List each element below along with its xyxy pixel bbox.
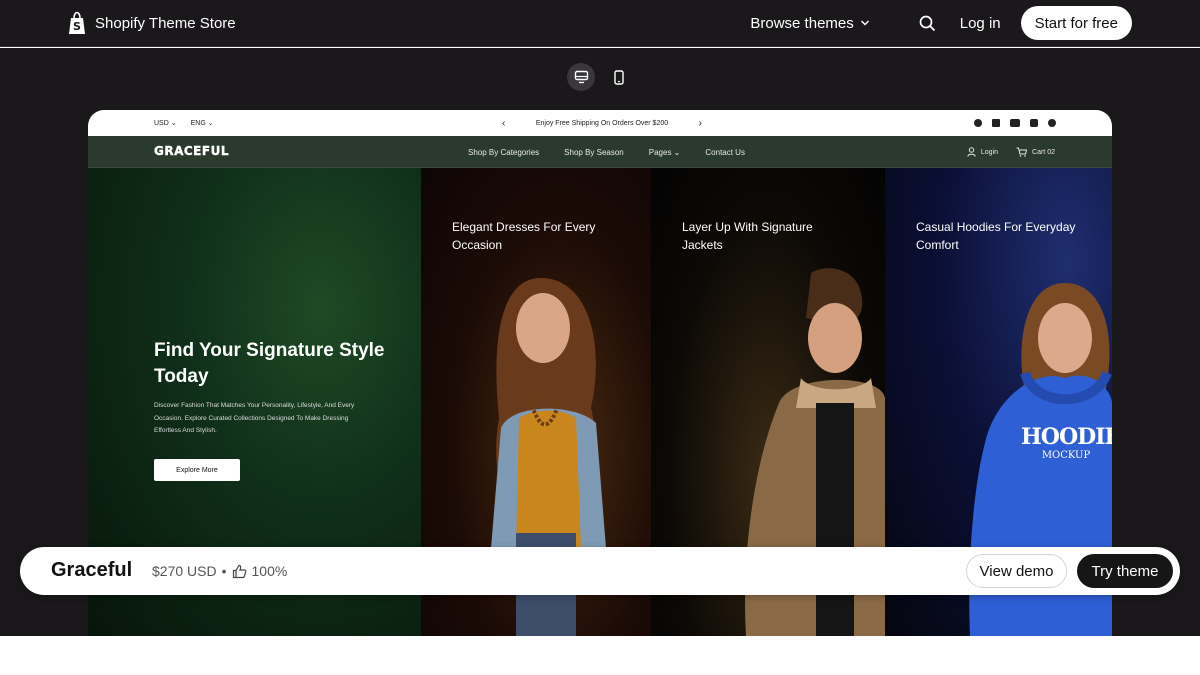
theme-name: Graceful [51, 559, 133, 581]
menu-item-pages[interactable]: Pages ⌄ [649, 148, 681, 157]
store-login-link[interactable]: Login [967, 147, 998, 157]
next-arrow-icon[interactable]: › [699, 118, 702, 129]
start-for-free-button[interactable]: Start for free [1020, 6, 1132, 40]
store-navigation: GRACEFUL Shop By Categories Shop By Seas… [88, 136, 1112, 168]
theme-info-bar: Graceful $270 USD • 100% View demo Try t… [20, 547, 1180, 595]
shopify-bag-icon: S [69, 11, 85, 34]
menu-item-season[interactable]: Shop By Season [564, 148, 624, 157]
store-menu: Shop By Categories Shop By Season Pages … [468, 136, 745, 168]
hero-description: Discover Fashion That Matches Your Perso… [154, 402, 355, 434]
locale-selectors: USD ⌄ ENG ⌄ [154, 110, 214, 136]
brand-name: Shopify Theme Store [95, 14, 236, 32]
language-select[interactable]: ENG ⌄ [191, 119, 214, 127]
thumbs-up-icon [232, 564, 246, 578]
hero-title: Find Your Signature Style Today [154, 340, 385, 387]
social-links [974, 110, 1056, 136]
desktop-icon [574, 70, 588, 84]
store-actions: Login Cart 02 [967, 136, 1055, 168]
theme-rating: 100% [251, 563, 288, 579]
x-icon[interactable] [992, 119, 1000, 127]
menu-item-contact[interactable]: Contact Us [705, 148, 745, 157]
facebook-icon[interactable] [974, 119, 982, 127]
instagram-icon[interactable] [1030, 119, 1038, 127]
mobile-view-button[interactable] [605, 63, 633, 91]
hoodie-print-title: HOODIE [1021, 424, 1112, 450]
panel-caption: Casual Hoodies For Everyday Comfort [916, 220, 1076, 252]
mobile-icon [614, 69, 624, 85]
announcement-text: Enjoy Free Shipping On Orders Over $200 [535, 119, 669, 127]
store-logo[interactable]: GRACEFUL [154, 144, 229, 158]
theme-meta: $270 USD • 100% [152, 563, 287, 579]
device-toggle [567, 63, 633, 91]
browse-themes-label: Browse themes [750, 14, 854, 32]
meta-separator: • [221, 563, 227, 579]
hoodie-print-subtitle: MOCKUP [1041, 450, 1091, 461]
dribbble-icon[interactable] [1048, 119, 1056, 127]
explore-more-button[interactable]: Explore More [154, 459, 240, 481]
currency-select[interactable]: USD ⌄ [154, 119, 177, 127]
search-button[interactable] [918, 13, 938, 33]
announcement-carousel: ‹ Enjoy Free Shipping On Orders Over $20… [502, 110, 702, 136]
browse-themes-button[interactable]: Browse themes [750, 15, 869, 32]
theme-price: $270 USD [152, 563, 217, 579]
brand-link[interactable]: S Shopify Theme Store [67, 11, 236, 35]
login-link[interactable]: Log in [960, 15, 1001, 32]
view-demo-button[interactable]: View demo [966, 554, 1067, 588]
search-icon [919, 15, 936, 31]
user-icon [967, 147, 976, 157]
youtube-icon[interactable] [1010, 119, 1020, 127]
hoodie-print: HOODIE MOCKUP [1021, 424, 1112, 461]
site-header: S Shopify Theme Store Browse themes Log … [0, 0, 1200, 47]
header-nav: Browse themes Log in Start for free [750, 6, 1132, 40]
desktop-view-button[interactable] [567, 63, 595, 91]
svg-text:S: S [73, 20, 81, 33]
cart-icon [1016, 147, 1028, 157]
try-theme-button[interactable]: Try theme [1077, 554, 1173, 588]
store-cart-link[interactable]: Cart 02 [1016, 147, 1055, 157]
panel-caption: Elegant Dresses For Every Occasion [452, 220, 596, 252]
chevron-down-icon [860, 20, 869, 26]
menu-item-categories[interactable]: Shop By Categories [468, 148, 539, 157]
announcement-bar: USD ⌄ ENG ⌄ ‹ Enjoy Free Shipping On Ord… [88, 110, 1112, 136]
panel-caption: Layer Up With Signature Jackets [682, 220, 813, 252]
prev-arrow-icon[interactable]: ‹ [502, 118, 505, 129]
